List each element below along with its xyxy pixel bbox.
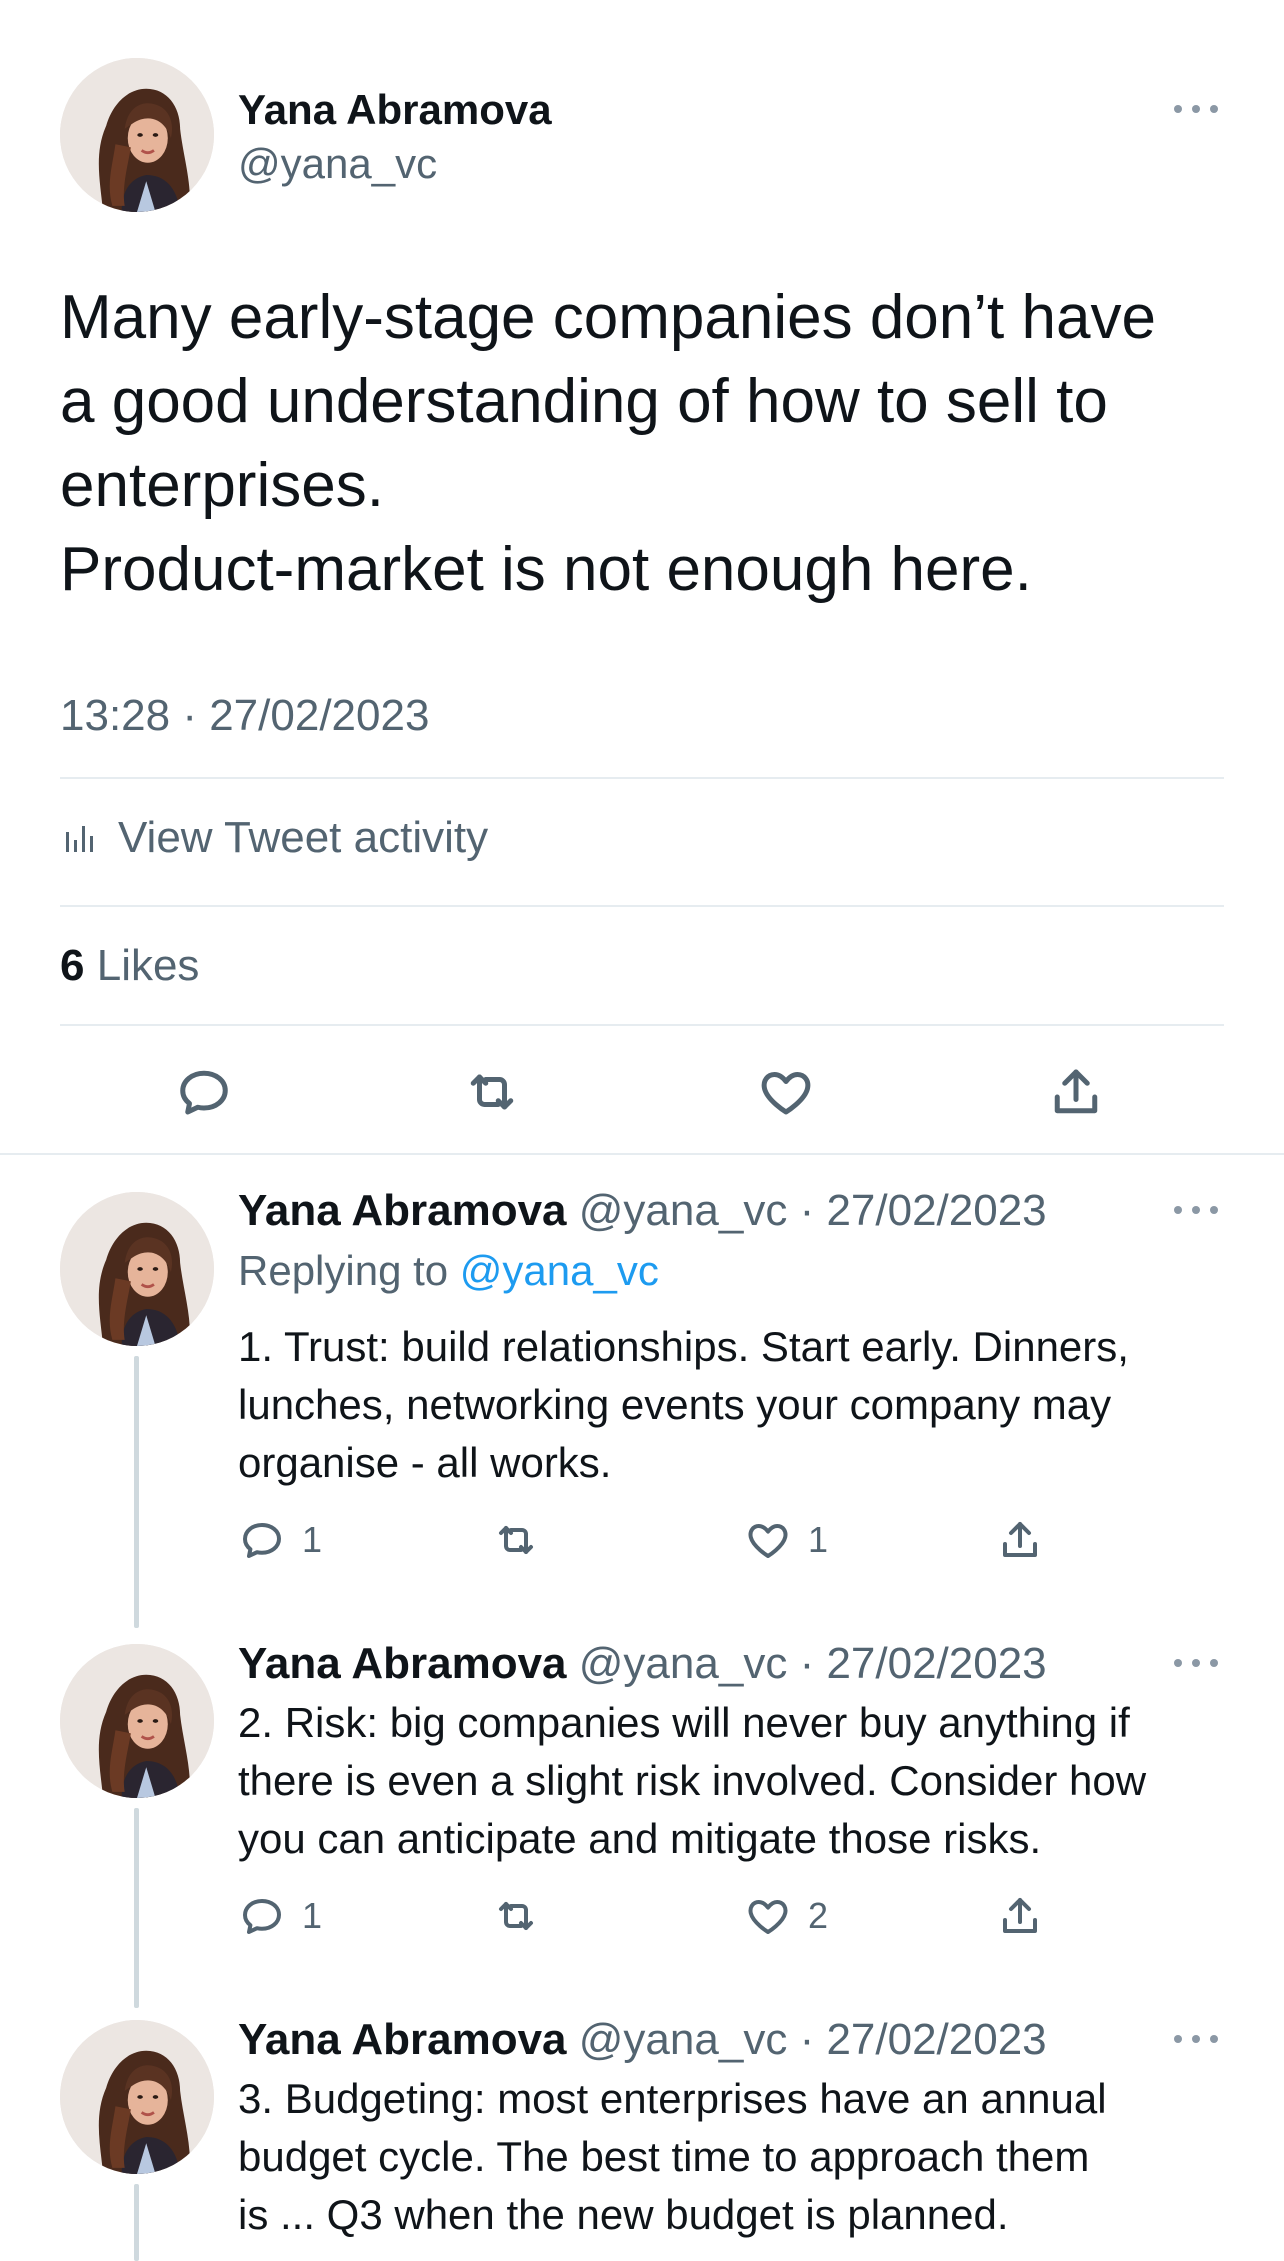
- tweet-text-line: you can anticipate and mitigate those ri…: [238, 1815, 1042, 1862]
- thread-connector: [134, 1356, 139, 1628]
- view-tweet-activity-link[interactable]: View Tweet activity: [60, 808, 488, 868]
- tweet-text-line: 3. Budgeting: most enterprises have an a…: [238, 2075, 1107, 2122]
- author-handle[interactable]: @yana_vc: [579, 2015, 788, 2064]
- tweet-text-line: enterprises.: [60, 451, 384, 520]
- replying-to-handle[interactable]: @yana_vc: [460, 1247, 659, 1294]
- retweet-button[interactable]: [492, 1516, 540, 1564]
- likes-count: 6: [60, 941, 85, 990]
- more-horizontal-icon[interactable]: [1174, 102, 1218, 116]
- tweet-date[interactable]: · 27/02/2023: [800, 1186, 1047, 1235]
- author-handle[interactable]: @yana_vc: [238, 138, 437, 190]
- author-name[interactable]: Yana Abramova: [238, 1186, 567, 1235]
- tweet-text-line: Product-market is not enough here.: [60, 535, 1032, 604]
- reply-count: 1: [302, 1519, 323, 1560]
- retweet-icon: [492, 1516, 540, 1564]
- share-upload-icon: [996, 1892, 1044, 1940]
- avatar-image: [60, 58, 214, 212]
- more-horizontal-icon[interactable]: [1174, 1656, 1218, 1670]
- share-button[interactable]: [996, 1892, 1044, 1940]
- tweet-text-line: budget cycle. The best time to approach …: [238, 2133, 1090, 2180]
- tweet-text: Many early-stage companies don’t have a …: [60, 276, 1230, 612]
- avatar[interactable]: [60, 1644, 214, 1798]
- thread-connector: [134, 2184, 139, 2261]
- tweet-text-line: lunches, networking events your company …: [238, 1381, 1112, 1428]
- more-horizontal-icon[interactable]: [1174, 2032, 1218, 2046]
- share-upload-icon: [996, 1516, 1044, 1564]
- avatar-image: [60, 2020, 214, 2174]
- reply-button[interactable]: 1: [238, 1892, 322, 1940]
- share-upload-icon: [1054, 1069, 1098, 1114]
- avatar-image: [60, 1192, 214, 1346]
- thread-connector: [134, 1808, 139, 2008]
- tweet-text: 1. Trust: build relationships. Start ear…: [238, 1318, 1238, 1492]
- speech-bubble-icon: [238, 1516, 286, 1564]
- like-button[interactable]: 1: [744, 1516, 828, 1564]
- bar-chart-icon: [66, 826, 93, 852]
- author-name[interactable]: Yana Abramova: [238, 1639, 567, 1688]
- author-handle[interactable]: @yana_vc: [579, 1639, 788, 1688]
- tweet-text-line: 2. Risk: big companies will never buy an…: [238, 1699, 1130, 1746]
- retweet-button[interactable]: [462, 1062, 522, 1122]
- speech-bubble-icon: [238, 1892, 286, 1940]
- replying-to-label: Replying to: [238, 1247, 449, 1294]
- tweet-text-line: Many early-stage companies don’t have: [60, 283, 1156, 352]
- reply-header: Yana Abramova @yana_vc · 27/02/2023: [238, 1636, 1047, 1692]
- retweet-icon: [492, 1892, 540, 1940]
- likes-stat[interactable]: 6 Likes: [60, 938, 199, 994]
- like-button[interactable]: [756, 1062, 816, 1122]
- reply-header: Yana Abramova @yana_vc · 27/02/2023: [238, 2012, 1047, 2068]
- author-handle[interactable]: @yana_vc: [579, 1186, 788, 1235]
- share-button[interactable]: [1046, 1062, 1106, 1122]
- tweet-date[interactable]: · 27/02/2023: [800, 2015, 1047, 2064]
- tweet-text-line: there is even a slight risk involved. Co…: [238, 1757, 1147, 1804]
- divider: [0, 1153, 1284, 1155]
- author-name[interactable]: Yana Abramova: [238, 2015, 567, 2064]
- reply-header: Yana Abramova @yana_vc · 27/02/2023: [238, 1183, 1047, 1239]
- retweet-button[interactable]: [492, 1892, 540, 1940]
- replying-to: Replying to @yana_vc: [238, 1244, 659, 1298]
- heart-icon: [761, 1072, 811, 1115]
- tweet-text-line: a good understanding of how to sell to: [60, 367, 1108, 436]
- tweet-text: 2. Risk: big companies will never buy an…: [238, 1694, 1238, 1868]
- more-horizontal-icon[interactable]: [1174, 1203, 1218, 1217]
- divider: [60, 777, 1224, 779]
- tweet-timestamp[interactable]: 13:28 · 27/02/2023: [60, 688, 429, 744]
- author-name[interactable]: Yana Abramova: [238, 84, 552, 136]
- likes-label: Likes: [96, 941, 200, 990]
- like-count: 1: [808, 1519, 829, 1560]
- avatar-image: [60, 1644, 214, 1798]
- tweet-date[interactable]: · 27/02/2023: [800, 1639, 1047, 1688]
- tweet-text-line: is ... Q3 when the new budget is planned…: [238, 2191, 1009, 2238]
- like-count: 2: [808, 1895, 829, 1936]
- avatar[interactable]: [60, 2020, 214, 2174]
- tweet-text-line: organise - all works.: [238, 1439, 612, 1486]
- speech-bubble-icon: [180, 1070, 228, 1115]
- divider: [60, 905, 1224, 907]
- divider: [60, 1024, 1224, 1026]
- reply-button[interactable]: 1: [238, 1516, 322, 1564]
- retweet-icon: [470, 1074, 514, 1110]
- avatar[interactable]: [60, 1192, 214, 1346]
- tweet-text: 3. Budgeting: most enterprises have an a…: [238, 2070, 1238, 2244]
- like-button[interactable]: 2: [744, 1892, 828, 1940]
- heart-icon: [744, 1516, 792, 1564]
- share-button[interactable]: [996, 1516, 1044, 1564]
- activity-label: View Tweet activity: [118, 813, 489, 862]
- tweet-text-line: 1. Trust: build relationships. Start ear…: [238, 1323, 1129, 1370]
- heart-icon: [744, 1892, 792, 1940]
- avatar[interactable]: [60, 58, 214, 212]
- reply-count: 1: [302, 1895, 323, 1936]
- reply-button[interactable]: [174, 1062, 234, 1122]
